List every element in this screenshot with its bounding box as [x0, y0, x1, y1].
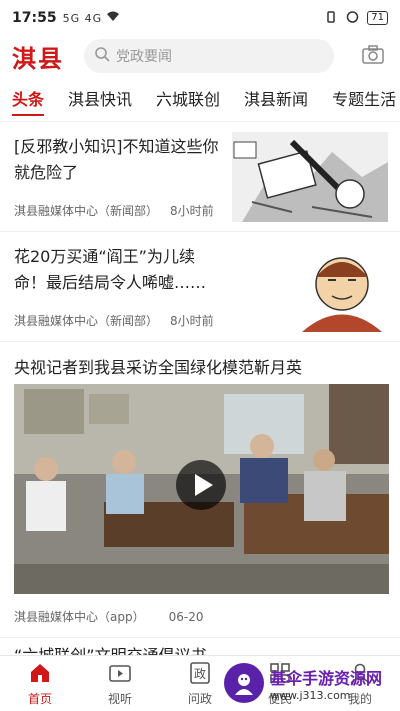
news-title: [反邪教小知识]不知道这些你就危险了 [14, 137, 219, 182]
video-thumbnail[interactable] [14, 384, 389, 594]
search-icon [94, 46, 116, 66]
nav-media[interactable]: 视听 [80, 656, 160, 711]
news-source: 淇县融媒体中心（新闻部） [14, 204, 159, 218]
news-title: 花20万买通“阎王”为儿续命！最后结局令人唏嘘…… [14, 247, 207, 292]
nav-inquiry-label: 问政 [187, 691, 212, 706]
tab-qixian-news[interactable]: 淇县新闻 [232, 78, 320, 121]
news-meta: 淇县融媒体中心（新闻部） 8小时前 [14, 312, 214, 329]
news-item[interactable]: 花20万买通“阎王”为儿续命！最后结局令人唏嘘…… 淇县融媒体中心（新闻部） 8小… [0, 232, 400, 342]
tab-headlines[interactable]: 头条 [0, 78, 56, 121]
battery-icon: 71 [367, 11, 388, 25]
watermark-logo-icon [224, 663, 264, 703]
app-header: 淇县 党政要闻 [0, 36, 400, 76]
camera-icon [362, 44, 384, 68]
news-thumbnail [232, 132, 388, 222]
nav-home[interactable]: 首页 [0, 656, 80, 711]
alarm-icon [346, 10, 359, 26]
featured-video-item[interactable]: 央视记者到我县采访全国绿化模范靳月英 淇县融媒体中心（app） 06-20 [0, 342, 400, 638]
nav-home-label: 首页 [27, 691, 52, 706]
featured-source: 淇县融媒体中心（app） [14, 610, 145, 624]
featured-title: 央视记者到我县采访全国绿化模范靳月英 [14, 358, 303, 377]
camera-button[interactable] [358, 41, 388, 71]
play-icon[interactable] [176, 460, 226, 514]
status-bar: 17:55 5G 4G 71 [0, 0, 400, 36]
wifi-icon [106, 10, 120, 26]
site-watermark: 基伞手游资源网 www.j313.com [224, 658, 396, 708]
news-item[interactable]: [反邪教小知识]不知道这些你就危险了 淇县融媒体中心（新闻部） 8小时前 [0, 122, 400, 232]
inquiry-icon: 政 [188, 661, 212, 688]
home-icon [28, 661, 52, 688]
svg-text:政: 政 [194, 667, 206, 681]
vibrate-icon [324, 10, 338, 26]
tv-icon [108, 661, 132, 688]
news-meta: 淇县融媒体中心（新闻部） 8小时前 [14, 202, 214, 219]
watermark-name: 基伞手游资源网 [270, 668, 383, 688]
featured-meta: 淇县融媒体中心（app） 06-20 [14, 608, 203, 625]
watermark-url: www.j313.com [270, 688, 351, 702]
app-logo: 淇县 [12, 43, 64, 73]
nav-media-label: 视听 [107, 691, 132, 706]
signal-icon: 5G 4G [62, 11, 103, 25]
status-time: 17:55 [12, 10, 57, 26]
news-thumbnail [232, 242, 388, 332]
news-source: 淇县融媒体中心（新闻部） [14, 314, 159, 328]
tab-six-cities[interactable]: 六城联创 [144, 78, 232, 121]
category-tabs: 头条 淇县快讯 六城联创 淇县新闻 专题生活 [0, 78, 400, 122]
tab-topic-life[interactable]: 专题生活 [320, 78, 400, 121]
news-time: 8小时前 [170, 204, 214, 218]
search-placeholder: 党政要闻 [116, 49, 172, 65]
tab-qixian-express[interactable]: 淇县快讯 [56, 78, 144, 121]
featured-time: 06-20 [168, 610, 204, 624]
news-time: 8小时前 [170, 314, 214, 328]
search-input[interactable]: 党政要闻 [84, 39, 334, 73]
